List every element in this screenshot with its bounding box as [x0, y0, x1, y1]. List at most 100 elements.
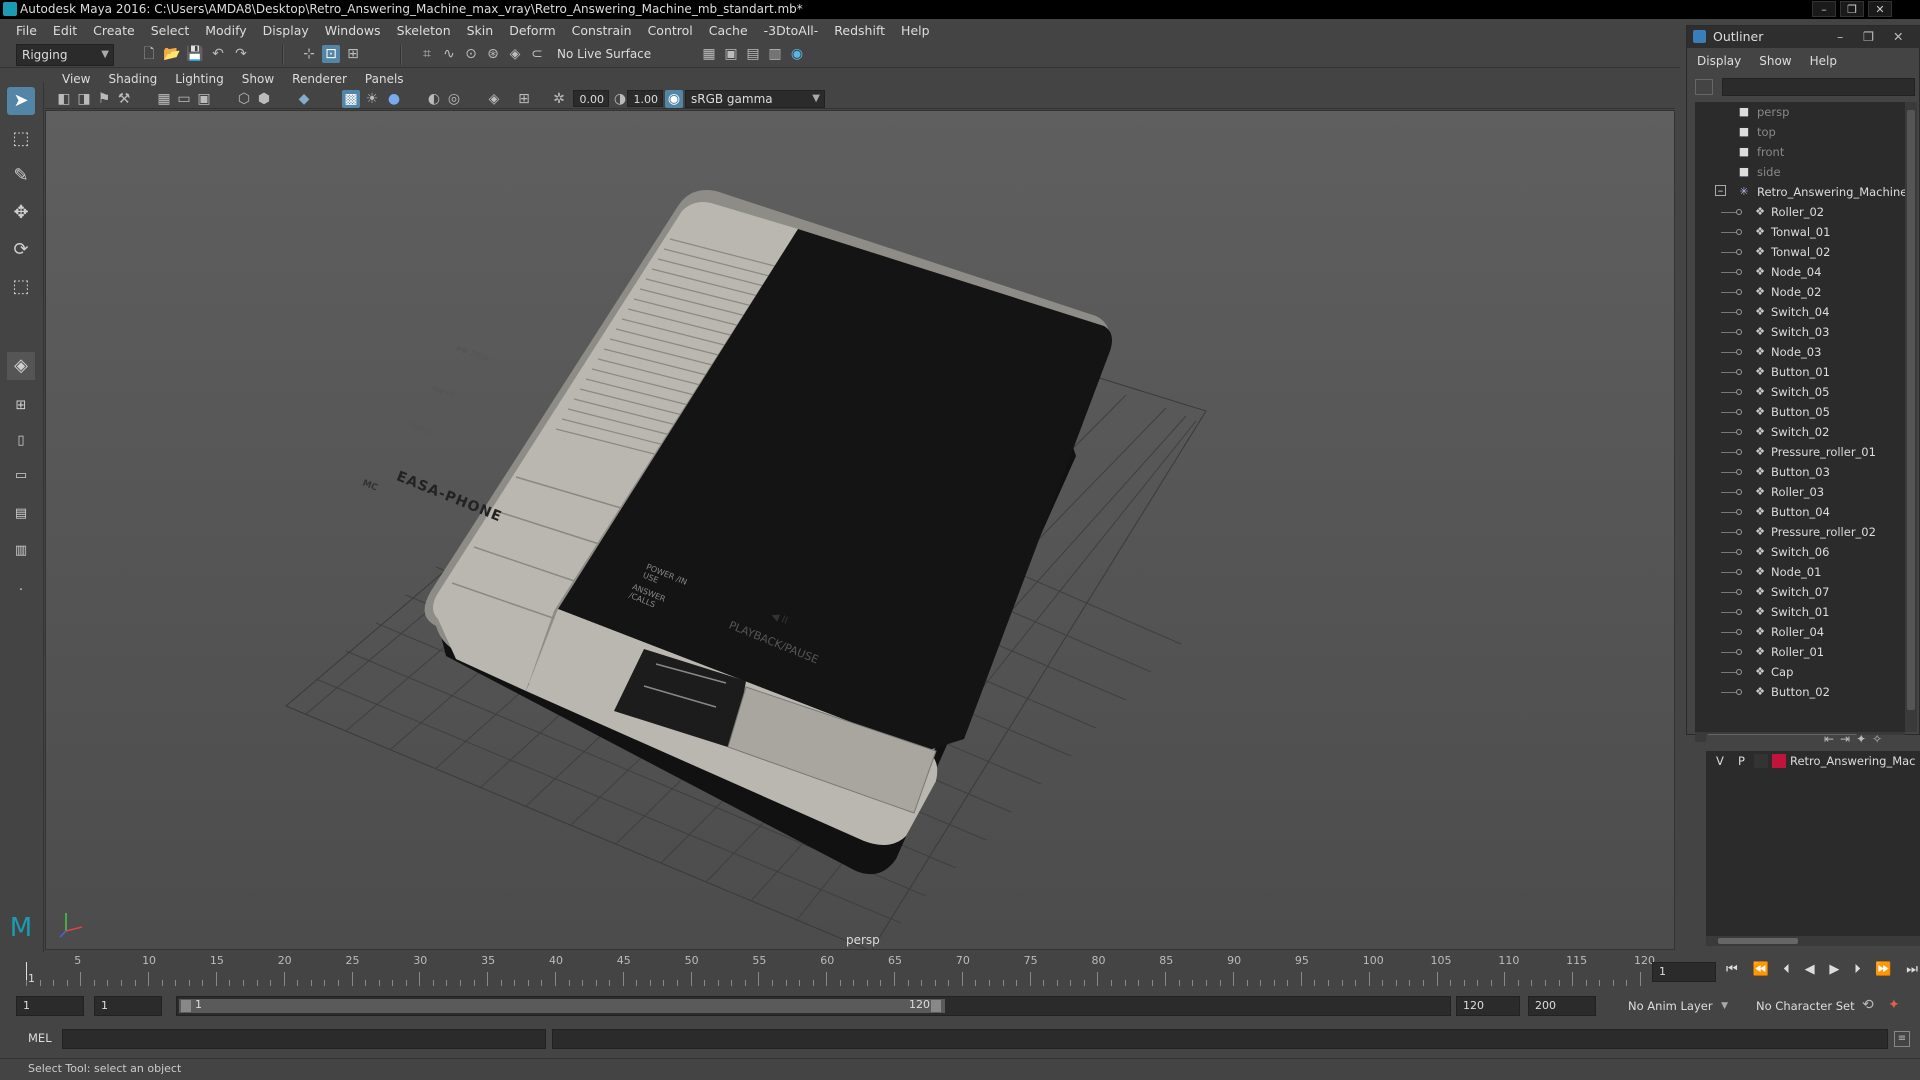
- command-language-toggle[interactable]: MEL: [28, 1031, 52, 1045]
- command-input[interactable]: [62, 1029, 546, 1049]
- range-end-grip[interactable]: [931, 1000, 941, 1012]
- hypershade-icon[interactable]: ◉: [788, 45, 806, 63]
- menu-select[interactable]: Select: [143, 23, 198, 38]
- exposure-reset-icon[interactable]: ✲: [550, 90, 568, 108]
- list-item[interactable]: ❖ Switch_01: [1695, 602, 1905, 622]
- hypershade-layout-icon[interactable]: ▥: [7, 537, 35, 565]
- layer-row[interactable]: V P Retro_Answering_Mac: [1706, 751, 1920, 771]
- end-time-field[interactable]: 200: [1528, 996, 1596, 1016]
- menu-windows[interactable]: Windows: [317, 23, 389, 38]
- menu-constrain[interactable]: Constrain: [564, 23, 640, 38]
- layer-name[interactable]: Retro_Answering_Mac: [1790, 751, 1916, 771]
- list-item[interactable]: ❖ Pressure_roller_01: [1695, 442, 1905, 462]
- redo-icon[interactable]: ↷: [232, 45, 250, 63]
- list-item[interactable]: ❖ Roller_03: [1695, 482, 1905, 502]
- go-to-start-icon[interactable]: ⏮: [1726, 962, 1738, 982]
- gamma-field[interactable]: 1.00: [627, 90, 663, 107]
- close-button[interactable]: ✕: [1868, 1, 1892, 17]
- list-item[interactable]: ❖ Button_05: [1695, 402, 1905, 422]
- list-item[interactable]: ❖ Button_04: [1695, 502, 1905, 522]
- layer-hscrollbar[interactable]: [1706, 936, 1920, 946]
- render-view-icon[interactable]: ▥: [766, 45, 784, 63]
- list-item[interactable]: ❖ Switch_07: [1695, 582, 1905, 602]
- list-item[interactable]: ■ side: [1695, 162, 1905, 182]
- hscroll-thumb[interactable]: [1718, 938, 1798, 944]
- resolution-gate-icon[interactable]: ▣: [195, 90, 213, 108]
- step-back-frame-icon[interactable]: ⏴: [1783, 962, 1790, 982]
- render-frame-icon[interactable]: ▣: [722, 45, 740, 63]
- layer-visibility-toggle[interactable]: V: [1716, 751, 1724, 771]
- layer-toolbar-icons[interactable]: ⇤⇥✦✧: [1824, 732, 1888, 746]
- script-editor-icon[interactable]: ≡: [1894, 1031, 1910, 1047]
- shadows-icon[interactable]: ●: [385, 90, 403, 108]
- list-item[interactable]: ❖ Switch_03: [1695, 322, 1905, 342]
- current-frame-field[interactable]: 1: [1652, 962, 1716, 982]
- list-item[interactable]: – ✳ Retro_Answering_Machine_r: [1695, 182, 1905, 202]
- lasso-tool-icon[interactable]: ⬚: [7, 125, 35, 153]
- maximize-button[interactable]: ❐: [1840, 1, 1864, 17]
- move-tool-icon[interactable]: ✥: [7, 199, 35, 227]
- shaded-mode-icon[interactable]: ◆: [295, 90, 313, 108]
- go-to-end-icon[interactable]: ⏭: [1906, 962, 1918, 982]
- list-item[interactable]: ■ persp: [1695, 102, 1905, 122]
- graph-layout-icon[interactable]: ▤: [7, 500, 35, 528]
- step-back-key-icon[interactable]: ⏪: [1752, 962, 1768, 982]
- wireframe-icon[interactable]: ⬡: [235, 90, 253, 108]
- minimize-button[interactable]: –: [1812, 1, 1836, 17]
- grid-toggle-icon[interactable]: ▦: [155, 90, 173, 108]
- playback-start-field[interactable]: 1: [94, 996, 162, 1016]
- select-hierarchy-icon[interactable]: ⊹: [300, 45, 318, 63]
- menu-3dtoall[interactable]: -3DtoAll-: [756, 23, 827, 38]
- outliner-maximize-button[interactable]: ❐: [1863, 26, 1874, 48]
- render-settings-icon[interactable]: ▦: [700, 45, 718, 63]
- play-back-icon[interactable]: ◀: [1805, 962, 1815, 982]
- menu-skeleton[interactable]: Skeleton: [389, 23, 459, 38]
- scale-tool-icon[interactable]: ⬚: [7, 273, 35, 301]
- menu-skin[interactable]: Skin: [459, 23, 502, 38]
- outliner-close-button[interactable]: ✕: [1893, 26, 1903, 48]
- hud-icon[interactable]: ⊞: [515, 90, 533, 108]
- two-pane-layout-icon[interactable]: ▯: [7, 427, 35, 455]
- new-scene-icon[interactable]: 🗋: [140, 45, 158, 63]
- menu-redshift[interactable]: Redshift: [826, 23, 893, 38]
- list-item[interactable]: ❖ Switch_04: [1695, 302, 1905, 322]
- live-surface-field[interactable]: No Live Surface: [552, 44, 660, 66]
- smooth-shade-icon[interactable]: ⬢: [255, 90, 273, 108]
- outliner-search-input[interactable]: [1722, 78, 1915, 96]
- magnet-icon[interactable]: ⊂: [528, 45, 546, 63]
- list-item[interactable]: ❖ Roller_04: [1695, 622, 1905, 642]
- list-item[interactable]: ❖ Roller_01: [1695, 642, 1905, 662]
- paint-select-icon[interactable]: ✎: [7, 162, 35, 190]
- vp-menu-show[interactable]: Show: [233, 72, 283, 86]
- menu-control[interactable]: Control: [640, 23, 701, 38]
- select-tool-icon[interactable]: ➤: [7, 87, 35, 115]
- more-layouts-icon[interactable]: ·: [7, 577, 35, 605]
- step-forward-key-icon[interactable]: ⏩: [1875, 962, 1891, 982]
- vp-menu-renderer[interactable]: Renderer: [283, 72, 356, 86]
- anim-prefs-icon[interactable]: ✦: [1888, 997, 1900, 1013]
- list-item[interactable]: ❖ Button_01: [1695, 362, 1905, 382]
- open-scene-icon[interactable]: 📂: [163, 45, 181, 63]
- outliner-layout-icon[interactable]: ▭: [7, 462, 35, 490]
- list-item[interactable]: ❖ Roller_02: [1695, 202, 1905, 222]
- outliner-menu-help[interactable]: Help: [1810, 54, 1855, 74]
- filter-icon[interactable]: [1695, 79, 1713, 95]
- snap-curve-icon[interactable]: ∿: [440, 45, 458, 63]
- camera-attr-icon[interactable]: ◨: [75, 90, 93, 108]
- menu-file[interactable]: File: [8, 23, 45, 38]
- outliner-menu-show[interactable]: Show: [1759, 54, 1809, 74]
- range-slider-handle[interactable]: 1 120: [179, 998, 945, 1013]
- select-object-icon[interactable]: ⊡: [322, 45, 340, 63]
- outliner-scrollbar[interactable]: [1905, 102, 1917, 732]
- xray-icon[interactable]: ◐: [425, 90, 443, 108]
- list-item[interactable]: ❖ Node_03: [1695, 342, 1905, 362]
- textured-mode-icon[interactable]: ▩: [342, 90, 360, 108]
- outliner-menu-display[interactable]: Display: [1697, 54, 1759, 74]
- save-scene-icon[interactable]: 💾: [186, 45, 204, 63]
- list-item[interactable]: ❖ Pressure_roller_02: [1695, 522, 1905, 542]
- range-start-grip[interactable]: [181, 1000, 191, 1012]
- snap-surface-icon[interactable]: ◈: [506, 45, 524, 63]
- collapse-icon[interactable]: –: [1715, 185, 1726, 196]
- range-slider-track[interactable]: 1 120: [176, 996, 1451, 1016]
- snap-point-icon[interactable]: ⊙: [462, 45, 480, 63]
